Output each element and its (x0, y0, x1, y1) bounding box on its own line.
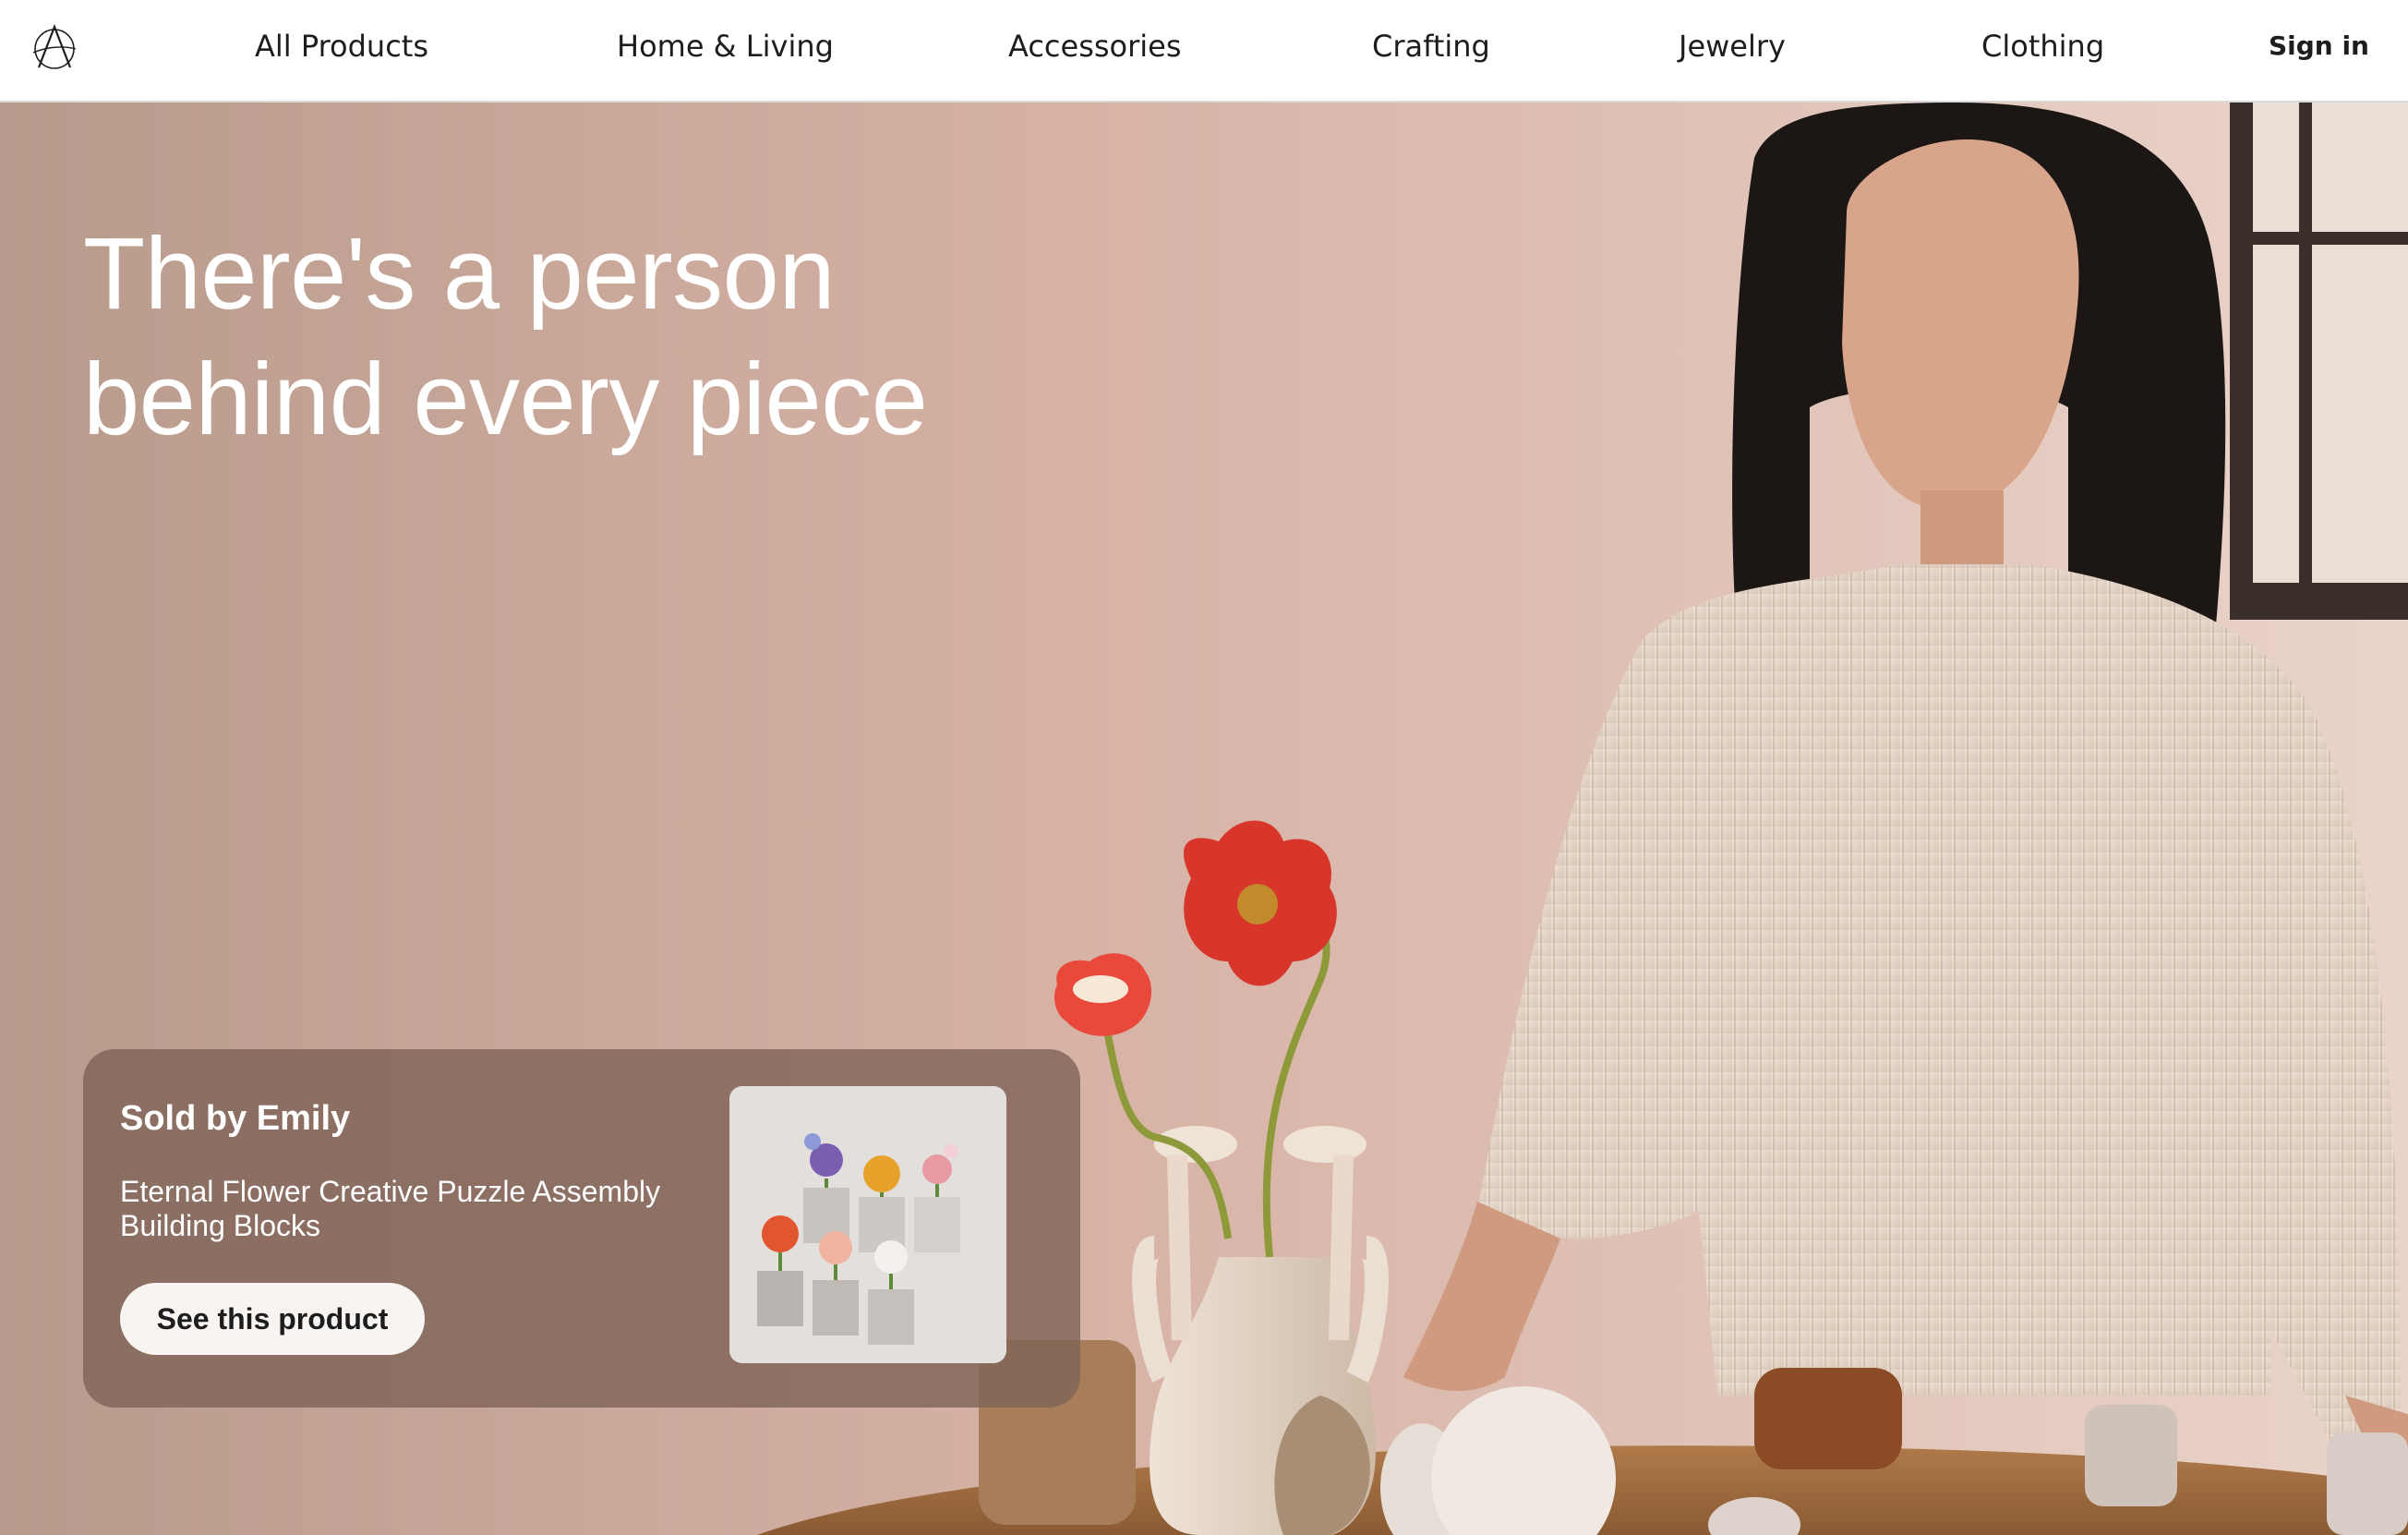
see-product-button[interactable]: See this product (120, 1283, 425, 1355)
nav-home-living[interactable]: Home & Living (617, 26, 834, 66)
a-monogram-logo-icon[interactable] (30, 21, 79, 71)
nav-jewelry[interactable]: Jewelry (1679, 26, 1786, 66)
flower-blocks-thumbnail[interactable] (729, 1086, 1006, 1363)
hero-headline-line-2: behind every piece (83, 343, 928, 456)
hero-banner: There's a person behind every piece Sold… (0, 103, 2408, 1535)
nav-clothing[interactable]: Clothing (1981, 26, 2104, 66)
sign-in-link[interactable]: Sign in (2269, 26, 2369, 66)
product-title: Eternal Flower Creative Puzzle Assembly … (120, 1175, 661, 1242)
top-nav-bar: All Products Home & Living Accessories C… (0, 0, 2408, 103)
nav-all-products[interactable]: All Products (255, 26, 428, 66)
nav-crafting[interactable]: Crafting (1372, 26, 1490, 66)
nav-accessories[interactable]: Accessories (1008, 26, 1182, 66)
hero-headline-line-1: There's a person (83, 217, 836, 331)
seller-name: Sold by Emily (120, 1099, 351, 1138)
hero-headline: There's a person behind every piece (83, 212, 1099, 463)
featured-product-card: Sold by Emily Eternal Flower Creative Pu… (83, 1049, 1080, 1408)
